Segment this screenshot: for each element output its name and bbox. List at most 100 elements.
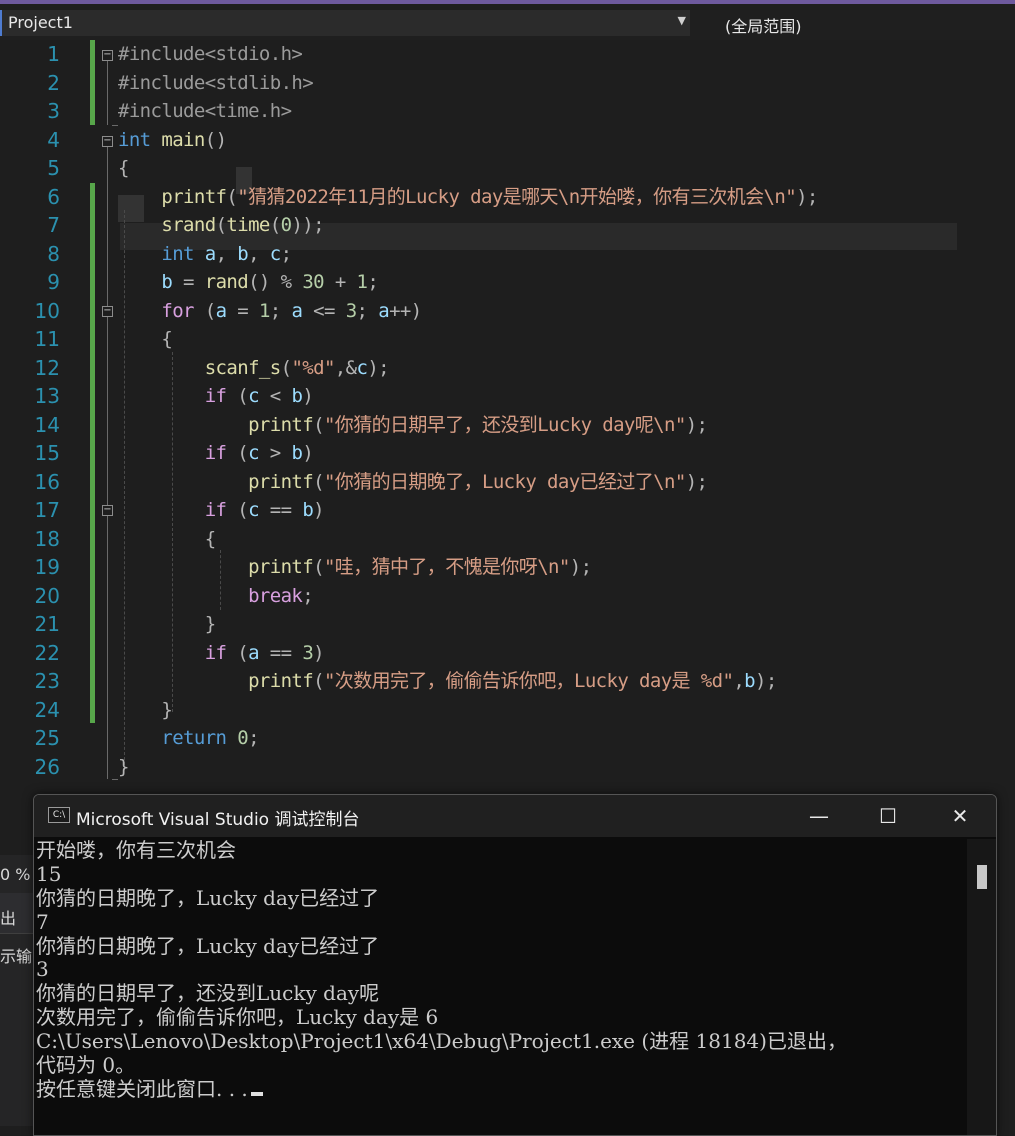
line-number: 13	[34, 384, 60, 408]
code-line: 18 {	[0, 525, 1015, 554]
code-text: {	[118, 157, 129, 179]
code-line: 20 break;	[0, 582, 1015, 611]
text-cursor	[250, 1091, 263, 1096]
line-number: 12	[34, 355, 60, 380]
code-line: 9 b = rand() % 30 + 1;	[0, 268, 1015, 297]
code-text: if (c == b)	[204, 499, 325, 521]
code-line: 22 if (a == 3)	[0, 639, 1015, 668]
code-text: }	[118, 755, 129, 778]
line-number: 7	[47, 213, 60, 237]
console-line: 15	[36, 861, 62, 886]
console-last-line: 按任意键关闭此窗口. . .	[36, 1076, 966, 1102]
code-line: 1 #include<stdio.h>	[0, 40, 1015, 69]
line-number: 2	[47, 70, 60, 95]
code-line: 11 {	[0, 325, 1015, 354]
code-line: 4 int main()	[0, 126, 1015, 155]
code-line: 23 printf("次数用完了，偷偷告诉你吧，Lucky day是 %d",b…	[0, 667, 1015, 696]
code-text: printf("猜猜2022年11月的Lucky day是哪天\n开始喽，你有三…	[161, 185, 818, 208]
zoom-level[interactable]: 0 %	[0, 865, 30, 884]
code-text: int a, b, c;	[161, 242, 292, 265]
code-line: 26 }	[0, 753, 1015, 782]
code-text: if (a == 3)	[204, 641, 325, 664]
code-editor[interactable]: − − − − 1 #include<stdio.h> 2 #include<s…	[0, 40, 1015, 800]
code-text: return 0;	[161, 727, 259, 749]
code-text: break;	[248, 584, 314, 607]
show-output-label: 示输	[0, 947, 33, 966]
line-number: 25	[34, 726, 60, 750]
code-text: printf("你猜的日期晚了，Lucky day已经过了\n");	[248, 470, 708, 493]
line-number: 20	[34, 583, 60, 608]
code-text: }	[161, 698, 173, 721]
code-line: 14 printf("你猜的日期早了，还没到Lucky day呢\n");	[0, 411, 1015, 440]
console-title: Microsoft Visual Studio 调试控制台	[76, 810, 360, 830]
code-line: 5 {	[0, 154, 1015, 183]
code-line: 12 scanf_s("%d",&c);	[0, 354, 1015, 383]
console-line: 7	[36, 909, 49, 934]
code-line: 19 printf("哇，猜中了，不愧是你呀\n");	[0, 553, 1015, 582]
console-line: 你猜的日期早了，还没到Lucky day呢	[36, 981, 380, 1006]
scope-dropdown[interactable]: (全局范围)	[725, 13, 802, 37]
code-text: scanf_s("%d",&c);	[204, 356, 390, 379]
line-number: 1	[47, 42, 60, 66]
code-line: 10 for (a = 1; a <= 3; a++)	[0, 297, 1015, 326]
code-line: 3 #include<time.h>	[0, 97, 1015, 126]
debug-console-window[interactable]: C:\ Microsoft Visual Studio 调试控制台 — ☐ ✕ …	[33, 794, 997, 1136]
line-number: 22	[34, 640, 60, 665]
chevron-down-icon: ▼	[677, 14, 686, 27]
line-number: 16	[34, 469, 60, 494]
line-number: 24	[34, 697, 60, 722]
code-text: if (c > b)	[204, 442, 314, 464]
console-output[interactable]: 开始喽，你有三次机会 15 你猜的日期晚了，Lucky day已经过了 7 你猜…	[36, 839, 966, 1135]
code-text: b = rand() % 30 + 1;	[161, 271, 379, 293]
code-text: #include<stdio.h>	[118, 43, 303, 65]
line-number: 6	[47, 184, 60, 209]
code-text: #include<stdlib.h>	[118, 71, 314, 94]
scrollbar-thumb[interactable]	[977, 865, 987, 889]
code-text: printf("次数用完了，偷偷告诉你吧，Lucky day是 %d",b);	[248, 670, 777, 692]
code-line: 8 int a, b, c;	[0, 240, 1015, 269]
code-line: 25 return 0;	[0, 724, 1015, 753]
line-number: 5	[47, 156, 60, 180]
code-text: printf("哇，猜中了，不愧是你呀\n");	[248, 556, 592, 578]
line-number: 8	[47, 241, 60, 266]
close-icon[interactable]: ✕	[937, 801, 983, 831]
code-text: }	[204, 613, 216, 635]
console-line: 你猜的日期晚了，Lucky day已经过了	[36, 885, 380, 910]
code-line: 13 if (c < b)	[0, 382, 1015, 411]
line-number: 10	[34, 298, 60, 323]
code-line: 15 if (c > b)	[0, 439, 1015, 468]
line-number: 4	[47, 127, 60, 152]
console-line: 开始喽，你有三次机会	[36, 839, 236, 862]
console-line: 按任意键关闭此窗口. . .	[36, 1076, 248, 1101]
line-number: 14	[34, 412, 60, 437]
line-number: 21	[34, 612, 60, 636]
code-text: srand(time(0));	[161, 214, 324, 236]
maximize-icon[interactable]: ☐	[865, 801, 911, 831]
code-line: 24 }	[0, 696, 1015, 725]
code-text: #include<time.h>	[118, 100, 292, 122]
code-line: 21 }	[0, 610, 1015, 639]
code-line: 2 #include<stdlib.h>	[0, 69, 1015, 98]
console-line: 次数用完了，偷偷告诉你吧，Lucky day是 6	[36, 1005, 439, 1030]
line-number: 3	[47, 99, 60, 123]
console-line: 代码为 0。	[36, 1053, 136, 1078]
line-number: 18	[34, 526, 60, 551]
minimize-icon[interactable]: —	[796, 801, 842, 831]
project-name: Project1	[8, 13, 73, 32]
project-dropdown[interactable]: Project1 ▼	[0, 10, 690, 36]
line-number: 17	[34, 498, 60, 522]
line-number: 15	[34, 441, 60, 465]
console-app-icon: C:\	[48, 807, 70, 823]
code-text: {	[204, 527, 216, 550]
console-line: 3	[36, 957, 49, 982]
tab-output-label: 出	[0, 909, 17, 928]
code-text: for (a = 1; a <= 3; a++)	[161, 299, 422, 322]
code-line: 16 printf("你猜的日期晚了，Lucky day已经过了\n");	[0, 468, 1015, 497]
console-titlebar[interactable]: C:\ Microsoft Visual Studio 调试控制台 — ☐ ✕	[34, 795, 996, 837]
code-line: 6 printf("猜猜2022年11月的Lucky day是哪天\n开始喽，你…	[0, 183, 1015, 212]
line-number: 26	[34, 754, 60, 779]
code-line: 7 srand(time(0));	[0, 211, 1015, 240]
code-text: if (c < b)	[204, 385, 314, 407]
line-number: 19	[34, 555, 60, 579]
code-text: int main()	[118, 128, 227, 151]
